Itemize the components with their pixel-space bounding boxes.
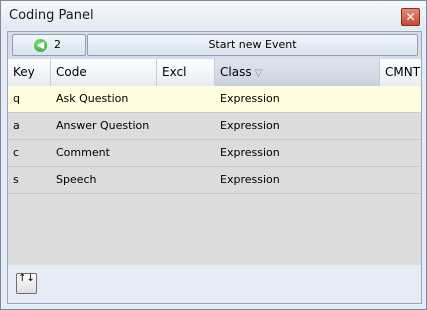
cell-key: a [13, 119, 20, 132]
cell-key: q [13, 92, 20, 105]
table-row[interactable]: c Comment Expression [8, 140, 421, 167]
close-button[interactable]: ✕ [401, 8, 420, 26]
cell-cmnt [380, 113, 421, 139]
cell-code: Ask Question [56, 92, 129, 105]
window-title: Coding Panel [9, 8, 94, 23]
cell-excl [157, 86, 215, 112]
column-header-code[interactable]: Code [51, 59, 157, 86]
cell-class: Expression [220, 119, 280, 132]
close-icon: ✕ [405, 10, 416, 24]
panel-footer: ↑↓ [8, 265, 421, 303]
coding-panel-window: Coding Panel ✕ ◀ 2 Start new Event Key C… [0, 0, 427, 310]
cell-class: Expression [220, 92, 280, 105]
table-header: Key Code Excl Class ▽ CMNT [8, 59, 421, 87]
toolbar: ◀ 2 Start new Event [8, 32, 421, 59]
panel-content: ◀ 2 Start new Event Key Code Excl Class ▽… [7, 31, 422, 304]
back-arrow-icon: ◀ [34, 39, 47, 52]
cell-cmnt [380, 140, 421, 166]
table-row[interactable]: q Ask Question Expression [8, 86, 421, 113]
column-header-excl[interactable]: Excl [157, 59, 215, 86]
cell-cmnt [380, 86, 421, 112]
sort-descending-icon: ▽ [254, 68, 263, 79]
cell-key: s [13, 173, 19, 186]
cell-code: Speech [56, 173, 97, 186]
start-new-event-button[interactable]: Start new Event [87, 34, 418, 56]
column-header-class-label: Class [220, 65, 252, 79]
cell-code: Answer Question [56, 119, 150, 132]
column-header-class[interactable]: Class ▽ [215, 59, 380, 86]
cell-excl [157, 113, 215, 139]
cell-cmnt [380, 167, 421, 193]
sort-arrows-icon: ↑↓ [18, 273, 35, 284]
cell-key: c [13, 146, 20, 159]
back-button[interactable]: ◀ 2 [12, 34, 86, 56]
cell-excl [157, 140, 215, 166]
title-bar[interactable]: Coding Panel ✕ [1, 1, 426, 29]
column-header-cmnt[interactable]: CMNT [380, 59, 421, 86]
cell-class: Expression [220, 146, 280, 159]
cell-excl [157, 167, 215, 193]
cell-code: Comment [56, 146, 110, 159]
table-row[interactable]: a Answer Question Expression [8, 113, 421, 140]
sort-toggle-button[interactable]: ↑↓ [16, 273, 37, 294]
column-header-key[interactable]: Key [8, 59, 51, 86]
back-count: 2 [54, 38, 61, 51]
cell-class: Expression [220, 173, 280, 186]
table-row[interactable]: s Speech Expression [8, 167, 421, 194]
